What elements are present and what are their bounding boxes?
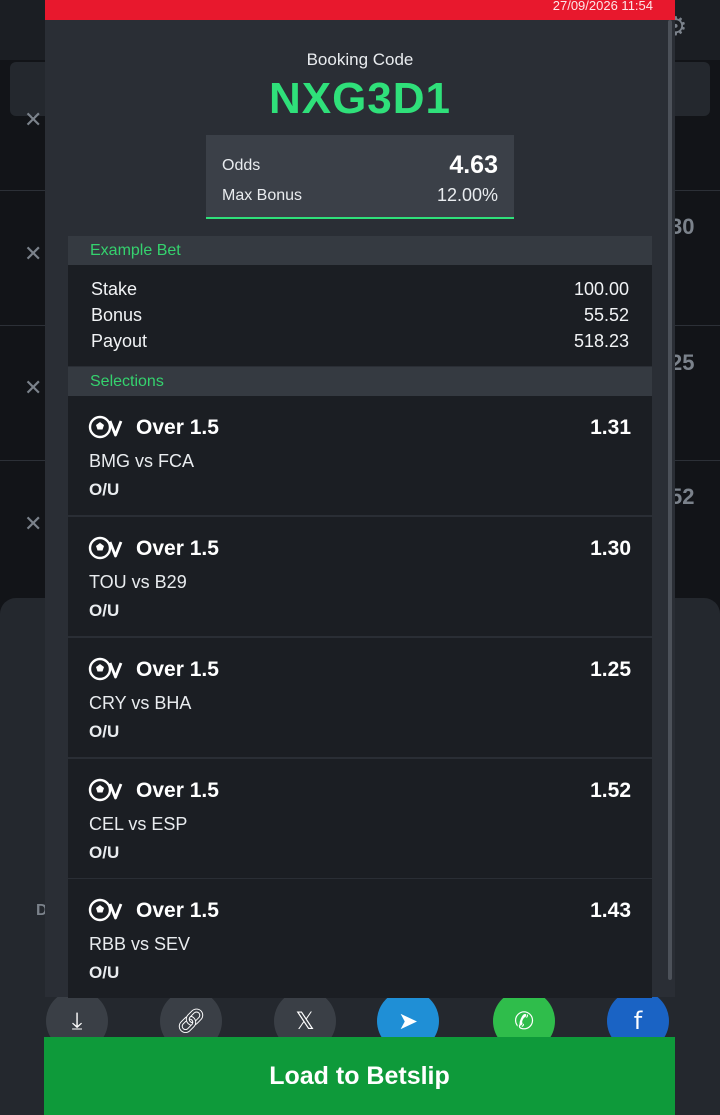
- odds-label: Odds: [222, 157, 261, 174]
- selection-market: Over 1.5: [136, 899, 219, 922]
- example-row-value: 518.23: [573, 331, 629, 351]
- close-icon[interactable]: ✕: [24, 108, 42, 133]
- selection-match: TOU vs B29: [89, 572, 187, 592]
- selection-market: Over 1.5: [136, 537, 219, 560]
- selection-item: Over 1.5 1.52 CEL vs ESP O/U: [68, 759, 652, 878]
- booking-code-modal: 27/09/2026 11:54 Booking Code NXG3D1 Odd…: [45, 0, 675, 998]
- selection-match: CRY vs BHA: [89, 693, 192, 713]
- selection-odds: 1.52: [590, 779, 631, 802]
- selection-odds: 1.25: [590, 658, 631, 681]
- selection-item: Over 1.5 1.43 RBB vs SEV O/U: [68, 879, 652, 998]
- selection-type: O/U: [89, 480, 120, 499]
- selection-odds: 1.43: [590, 899, 631, 922]
- selection-odds: 1.30: [590, 537, 631, 560]
- max-bonus-value: 12.00%: [436, 185, 498, 205]
- close-icon[interactable]: ✕: [24, 512, 42, 537]
- example-row-label: Payout: [91, 331, 148, 351]
- soccer-virtual-icon: [88, 898, 123, 922]
- selection-market: Over 1.5: [136, 416, 219, 439]
- example-row-bonus: Bonus 55.52: [91, 305, 629, 326]
- selection-type: O/U: [89, 843, 120, 862]
- max-bonus-label: Max Bonus: [222, 187, 303, 204]
- soccer-virtual-icon: [88, 536, 123, 560]
- selection-market: Over 1.5: [136, 779, 219, 802]
- soccer-virtual-icon: [88, 415, 123, 439]
- odds-summary-box: Odds 4.63 Max Bonus 12.00%: [206, 135, 514, 219]
- selection-match: RBB vs SEV: [89, 934, 191, 954]
- example-bet-title: Example Bet: [90, 242, 181, 259]
- close-icon[interactable]: ✕: [24, 242, 42, 267]
- example-row-value: 55.52: [583, 305, 629, 325]
- selection-type: O/U: [89, 601, 120, 620]
- soccer-virtual-icon: [88, 657, 123, 681]
- example-row-stake: Stake 100.00: [91, 279, 629, 300]
- selection-type: O/U: [89, 722, 120, 741]
- selection-type: O/U: [89, 963, 120, 982]
- booking-code: NXG3D1: [268, 74, 452, 123]
- modal-header-bar: 27/09/2026 11:54: [45, 0, 675, 20]
- example-row-label: Bonus: [91, 305, 143, 325]
- selection-match: CEL vs ESP: [89, 814, 188, 834]
- selections-title: Selections: [90, 373, 164, 390]
- load-to-betslip-button[interactable]: Load to Betslip: [44, 1037, 675, 1115]
- timestamp: 27/09/2026 11:54: [552, 0, 653, 13]
- selection-item: Over 1.5 1.30 TOU vs B29 O/U: [68, 517, 652, 636]
- selection-item: Over 1.5 1.25 CRY vs BHA O/U: [68, 638, 652, 757]
- soccer-virtual-icon: [88, 778, 123, 802]
- example-row-payout: Payout 518.23: [91, 331, 629, 352]
- booking-code-label: Booking Code: [306, 50, 414, 69]
- selection-item: Over 1.5 1.31 BMG vs FCA O/U: [68, 396, 652, 515]
- selection-odds: 1.31: [590, 416, 631, 439]
- example-bet-header: Example Bet: [68, 236, 652, 265]
- selection-match: BMG vs FCA: [89, 451, 195, 471]
- selections-header: Selections: [68, 367, 652, 396]
- example-row-value: 100.00: [573, 279, 629, 299]
- scrollbar[interactable]: [668, 20, 672, 980]
- total-odds-value: 4.63: [449, 151, 498, 179]
- close-icon[interactable]: ✕: [24, 376, 42, 401]
- example-row-label: Stake: [91, 279, 138, 299]
- selection-market: Over 1.5: [136, 658, 219, 681]
- example-bet-panel: Stake 100.00 Bonus 55.52 Payout 518.23: [68, 265, 652, 366]
